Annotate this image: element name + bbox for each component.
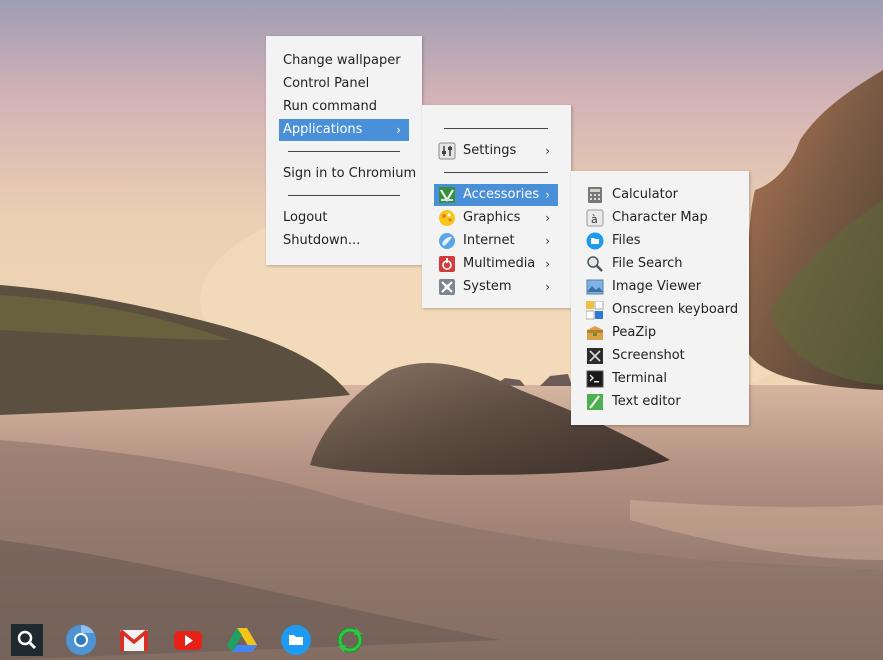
gmail-icon[interactable] <box>118 624 150 656</box>
menu-item-label: File Search <box>612 256 683 271</box>
desktop-context-menu: Change wallpaper Control Panel Run comma… <box>266 36 422 265</box>
chevron-right-icon: › <box>545 234 550 248</box>
menu-item-character-map[interactable]: à Character Map <box>583 207 743 229</box>
screenshot-icon <box>586 347 604 365</box>
menu-item-system[interactable]: System › <box>434 276 558 298</box>
menu-item-shutdown[interactable]: Shutdown... <box>279 230 409 252</box>
menu-item-calculator[interactable]: Calculator <box>583 184 743 206</box>
menu-item-label: Files <box>612 233 641 248</box>
menu-item-label: Onscreen keyboard <box>612 302 739 317</box>
menu-item-label: Terminal <box>612 371 667 386</box>
svg-text:à: à <box>591 213 598 226</box>
system-icon <box>438 278 456 296</box>
menu-item-label: Run command <box>283 99 377 114</box>
accessories-icon <box>438 186 456 204</box>
menu-item-label: System <box>463 279 512 294</box>
peazip-icon <box>586 324 604 342</box>
menu-item-logout[interactable]: Logout <box>279 207 409 229</box>
internet-icon <box>438 232 456 250</box>
files-icon[interactable] <box>280 624 312 656</box>
menu-item-label: Settings <box>463 143 517 158</box>
menu-item-label: Internet <box>463 233 515 248</box>
chevron-right-icon: › <box>545 188 550 202</box>
menu-item-label: Logout <box>283 210 328 225</box>
image-viewer-icon <box>586 278 604 296</box>
chevron-right-icon: › <box>545 280 550 294</box>
youtube-icon[interactable] <box>172 624 204 656</box>
menu-item-terminal[interactable]: Terminal <box>583 368 743 390</box>
menu-item-sign-in-chromium[interactable]: Sign in to Chromium <box>279 163 416 185</box>
menu-item-file-search[interactable]: File Search <box>583 253 743 275</box>
menu-item-control-panel[interactable]: Control Panel <box>279 73 409 95</box>
menu-item-label: PeaZip <box>612 325 657 340</box>
calculator-icon <box>586 186 604 204</box>
menu-item-peazip[interactable]: PeaZip <box>583 322 743 344</box>
terminal-icon <box>586 370 604 388</box>
menu-item-label: Text editor <box>612 394 681 409</box>
menu-item-screenshot[interactable]: Screenshot <box>583 345 743 367</box>
multimedia-icon <box>438 255 456 273</box>
desktop-wallpaper[interactable] <box>0 0 883 660</box>
menu-item-files[interactable]: Files <box>583 230 743 252</box>
menu-item-onscreen-keyboard[interactable]: Onscreen keyboard <box>583 299 743 321</box>
chevron-right-icon: › <box>545 211 550 225</box>
launcher-search-icon[interactable] <box>11 624 43 656</box>
menu-item-label: Applications <box>283 122 363 137</box>
applications-submenu: Settings › Accessories › Graphics › Inte… <box>422 105 571 308</box>
menu-item-multimedia[interactable]: Multimedia › <box>434 253 558 275</box>
menu-separator <box>444 172 548 173</box>
menu-item-label: Shutdown... <box>283 233 361 248</box>
chevron-right-icon: › <box>545 144 550 158</box>
menu-item-label: Sign in to Chromium <box>283 166 417 181</box>
menu-item-label: Multimedia <box>463 256 536 271</box>
menu-item-run-command[interactable]: Run command <box>279 96 409 118</box>
accessories-submenu: Calculator à Character Map Files File Se… <box>571 171 749 425</box>
menu-separator <box>288 195 400 196</box>
sync-icon[interactable] <box>334 624 366 656</box>
menu-separator <box>444 128 548 129</box>
menu-item-internet[interactable]: Internet › <box>434 230 558 252</box>
menu-item-label: Graphics <box>463 210 521 225</box>
menu-item-label: Image Viewer <box>612 279 702 294</box>
character-map-icon: à <box>586 209 604 227</box>
menu-item-accessories[interactable]: Accessories › <box>434 184 558 206</box>
chevron-right-icon: › <box>545 257 550 271</box>
menu-item-graphics[interactable]: Graphics › <box>434 207 558 229</box>
menu-item-label: Screenshot <box>612 348 685 363</box>
menu-item-label: Change wallpaper <box>283 53 401 68</box>
menu-separator <box>288 151 400 152</box>
menu-item-text-editor[interactable]: Text editor <box>583 391 743 413</box>
menu-item-label: Calculator <box>612 187 679 202</box>
drive-icon[interactable] <box>226 624 258 656</box>
text-editor-icon <box>586 393 604 411</box>
chromium-icon[interactable] <box>65 624 97 656</box>
graphics-icon <box>438 209 456 227</box>
shelf <box>0 616 883 660</box>
menu-item-label: Control Panel <box>283 76 370 91</box>
menu-item-applications[interactable]: Applications › <box>279 119 409 141</box>
settings-icon <box>438 142 456 160</box>
onscreen-keyboard-icon <box>586 301 604 320</box>
menu-item-image-viewer[interactable]: Image Viewer <box>583 276 743 298</box>
menu-item-label: Accessories <box>463 187 540 202</box>
files-icon <box>586 232 604 250</box>
file-search-icon <box>586 255 604 273</box>
chevron-right-icon: › <box>396 123 401 137</box>
menu-item-settings[interactable]: Settings › <box>434 140 558 162</box>
menu-item-change-wallpaper[interactable]: Change wallpaper <box>279 50 409 72</box>
wallpaper-landscape <box>0 0 883 660</box>
menu-item-label: Character Map <box>612 210 708 225</box>
